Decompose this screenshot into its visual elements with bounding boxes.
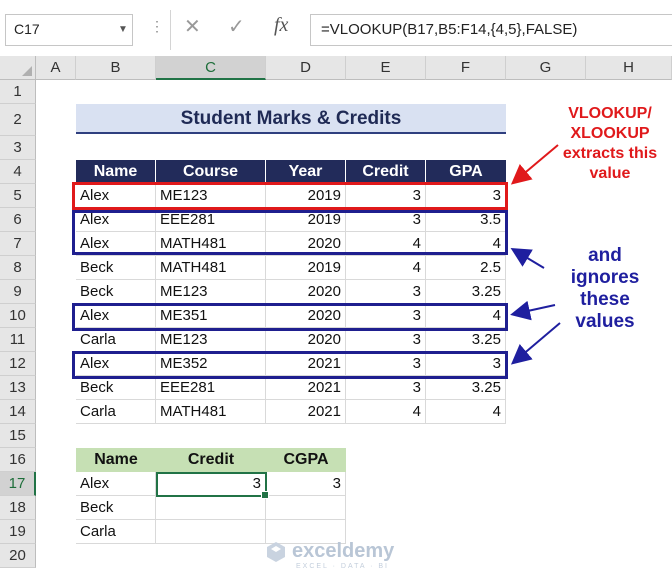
blue-annotation: and ignores these values	[550, 245, 660, 333]
red-annotation-line-4: value	[589, 165, 631, 182]
red-annotation-line-1: VLOOKUP/	[568, 105, 652, 122]
watermark-tagline: EXCEL · DATA · BI	[296, 563, 389, 570]
blue-arrow-2	[510, 300, 556, 321]
watermark-text: exceldemy	[292, 540, 395, 562]
blue-annotation-line-4: values	[575, 311, 635, 332]
exceldemy-logo-icon	[267, 542, 285, 562]
blue-arrow-1	[510, 247, 545, 269]
blue-annotation-line-3: these	[580, 289, 630, 310]
blue-annotation-line-2: ignores	[570, 267, 640, 288]
blue-annotation-line-1: and	[588, 245, 622, 266]
red-annotation: VLOOKUP/ XLOOKUP extracts this value	[548, 104, 672, 184]
red-annotation-line-2: XLOOKUP	[570, 125, 650, 142]
red-annotation-line-3: extracts this	[562, 145, 658, 162]
